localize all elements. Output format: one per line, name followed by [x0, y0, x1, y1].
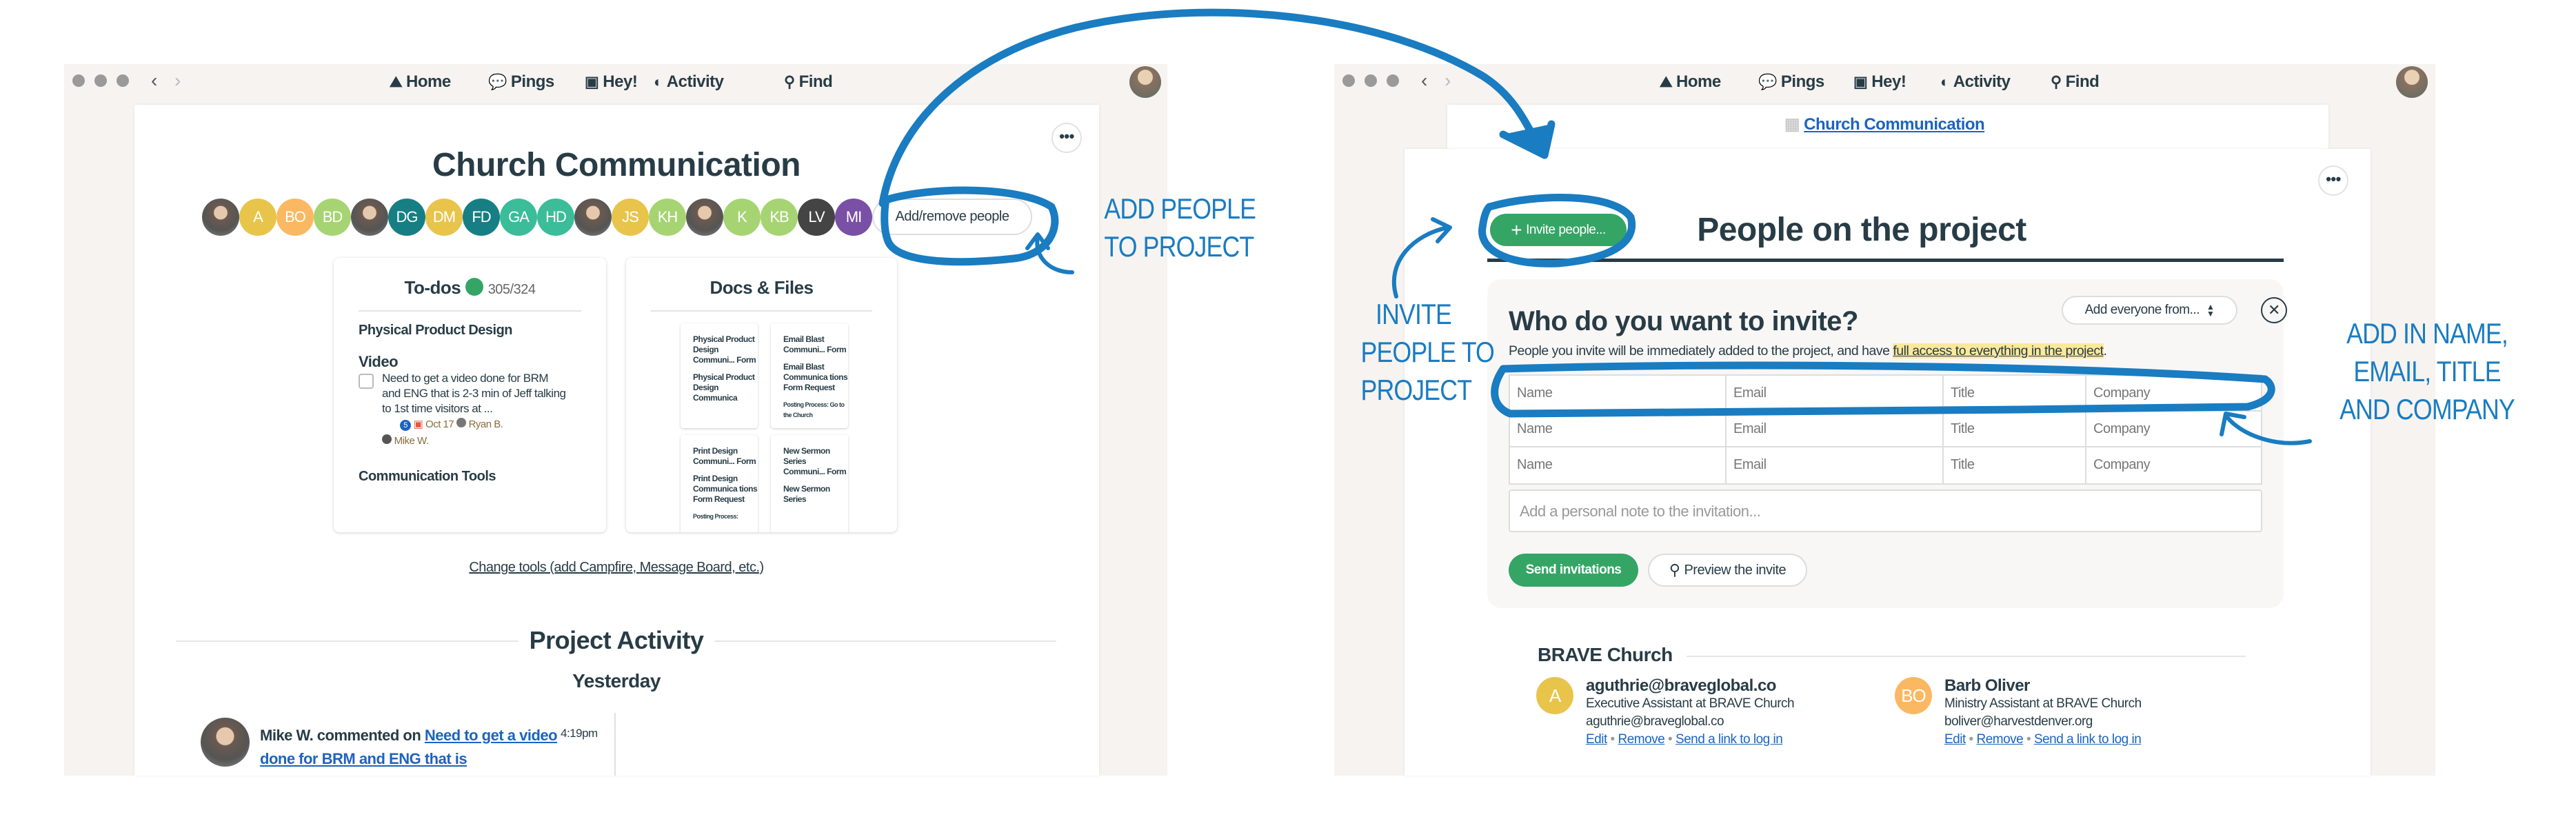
circle-table-row	[1491, 361, 2275, 418]
circle-invite	[1478, 193, 1636, 267]
arrow-invite	[1391, 217, 1452, 299]
annotation-add-fields: ADD IN NAME, EMAIL, TITLE AND COMPANY	[2339, 317, 2515, 425]
annotation-overlay	[878, 8, 2312, 445]
annotation-add-people: ADD PEOPLE TO PROJECT	[1104, 192, 1256, 263]
big-arrow	[878, 8, 1542, 208]
circle-add-remove	[881, 186, 1059, 266]
arrow-add-fields	[2220, 412, 2312, 445]
annotation-invite-people: INVITE PEOPLE TO PROJECT	[1360, 298, 1495, 406]
